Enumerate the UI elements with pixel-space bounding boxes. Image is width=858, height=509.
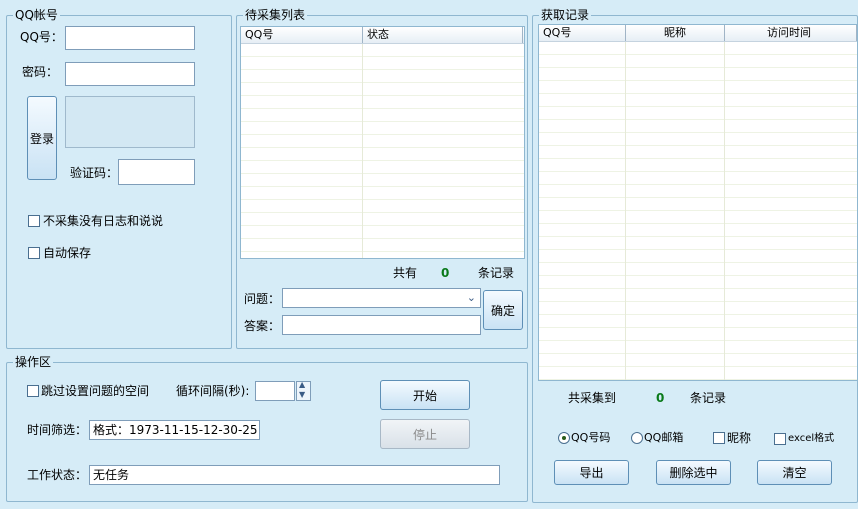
pending-list-view[interactable]: QQ号 状态 [240,26,525,259]
interval-input[interactable] [255,381,295,401]
login-button-label: 登录 [29,131,54,146]
start-button[interactable]: 开始 [380,380,470,410]
question-label: 问题： [244,292,281,306]
clear-button[interactable]: 清空 [757,460,832,485]
export-button-label: 导出 [579,466,604,480]
clear-button-label: 清空 [782,466,807,480]
question-select[interactable]: ⌄ [282,288,481,308]
excel-checkbox-label: excel格式 [788,433,835,444]
records-col-qq[interactable]: QQ号 [539,25,626,41]
time-filter-label: 时间筛选： [27,423,88,437]
skip-question-checkbox[interactable] [27,385,39,397]
nickname-checkbox-label: 昵称 [727,431,752,445]
auto-save-label: 自动保存 [43,246,92,260]
password-label: 密码： [22,65,59,79]
password-input[interactable] [65,62,195,86]
operation-title: 操作区 [13,355,54,369]
pending-col-status[interactable]: 状态 [363,27,523,43]
records-title: 获取记录 [539,8,592,22]
confirm-button-label: 确定 [490,303,515,318]
records-list-header: QQ号 昵称 访问时间 [539,25,857,42]
qq-mail-radio[interactable] [631,432,643,444]
chevron-down-icon: ⌄ [466,291,476,304]
qq-number-radio-label: QQ号码 [571,431,611,444]
answer-input[interactable] [282,315,481,335]
pending-total-prefix: 共有 [393,266,418,280]
interval-spinner[interactable]: ▲ ▼ [296,380,311,401]
pending-list-rows [241,44,524,258]
records-total-suffix: 条记录 [690,391,727,405]
records-list-rows [539,42,857,380]
work-status-field: 无任务 [89,465,500,485]
auto-save-checkbox[interactable] [28,247,40,259]
qq-mail-radio-label: QQ邮箱 [644,431,684,444]
skip-question-label: 跳过设置问题的空间 [41,384,150,398]
export-button[interactable]: 导出 [554,460,629,485]
stop-button-label: 停止 [412,427,437,442]
records-total-prefix: 共采集到 [568,391,617,405]
work-status-label: 工作状态： [27,468,88,482]
confirm-button[interactable]: 确定 [483,290,523,330]
login-button[interactable]: 登录 [27,96,57,180]
records-col-visit-time[interactable]: 访问时间 [725,25,857,41]
excel-checkbox[interactable] [774,433,786,445]
spin-up-icon[interactable]: ▲ [299,380,305,389]
qq-number-label: QQ号： [20,30,63,44]
captcha-input[interactable] [118,159,195,185]
records-total-count: 0 [656,391,665,405]
captcha-label: 验证码： [70,166,119,180]
stop-button[interactable]: 停止 [380,419,470,449]
start-button-label: 开始 [412,388,437,403]
qq-number-radio[interactable] [558,432,570,444]
pending-list-title: 待采集列表 [243,8,308,22]
captcha-image [65,96,195,148]
pending-list-header: QQ号 状态 [241,27,524,44]
pending-col-qq[interactable]: QQ号 [241,27,363,43]
pending-total-suffix: 条记录 [478,266,515,280]
qq-number-input[interactable] [65,26,195,50]
records-col-nickname[interactable]: 昵称 [626,25,725,41]
answer-label: 答案： [244,319,281,333]
pending-total-count: 0 [441,266,450,280]
spin-down-icon[interactable]: ▼ [299,390,305,399]
skip-no-blog-label: 不采集没有日志和说说 [43,214,164,228]
delete-selected-button-label: 删除选中 [669,466,718,480]
time-filter-input[interactable]: 格式：1973-11-15-12-30-25 [89,420,260,440]
qq-account-title: QQ帐号 [13,8,60,22]
delete-selected-button[interactable]: 删除选中 [656,460,731,485]
interval-label: 循环间隔(秒): [176,384,250,398]
records-list-view[interactable]: QQ号 昵称 访问时间 [538,24,858,381]
skip-no-blog-checkbox[interactable] [28,215,40,227]
nickname-checkbox[interactable] [713,432,725,444]
